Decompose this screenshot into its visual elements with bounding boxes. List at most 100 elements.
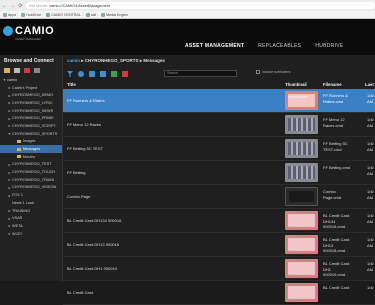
- tree-item[interactable]: ▸ CHYRONHEGO_VIDEON: [0, 184, 62, 192]
- row-date: 1/4/ AM: [367, 93, 374, 104]
- table-row[interactable]: FF Betting FF Betting.cmd 1/4/ AM: [63, 161, 375, 185]
- tree-item[interactable]: ▸ FOX 1: [0, 191, 62, 199]
- forward-icon[interactable]: →: [10, 3, 15, 9]
- column-thumbnail[interactable]: Thumbnail: [285, 82, 307, 87]
- bookmark-item[interactable]: call: [85, 12, 96, 17]
- tree-item-label: CHYRONHEGO_PRIME: [12, 116, 54, 121]
- bookmark-item[interactable]: HubDrive: [21, 12, 41, 17]
- tree-item[interactable]: ▸ CHYRONHEGO_LYRIC: [0, 99, 62, 107]
- settings-icon[interactable]: [89, 71, 95, 77]
- row-title: FF Betting: [67, 170, 86, 175]
- move-icon[interactable]: [100, 71, 106, 77]
- back-icon[interactable]: ←: [2, 3, 7, 9]
- row-thumbnail[interactable]: FF RUNNERS: [285, 91, 318, 110]
- bookmark-icon: [21, 12, 26, 17]
- tree-item[interactable]: ▸ CHYRONHEGO_TEST: [0, 161, 62, 169]
- tree-item[interactable]: ▾ CHYRONHEGO_SPORTS: [0, 130, 62, 138]
- table-row[interactable]: BL Credit Card DH134 900016 BL Credit Car…: [63, 209, 375, 233]
- folder-icon: [17, 147, 21, 151]
- download-icon[interactable]: [111, 71, 117, 77]
- thumbnail-preview: [289, 191, 314, 202]
- breadcrumb-root[interactable]: camio: [67, 58, 80, 63]
- row-thumbnail[interactable]: [285, 235, 318, 254]
- camio-logo: CAMIO ASSET MANAGER: [3, 25, 54, 41]
- row-thumbnail[interactable]: [285, 139, 318, 158]
- bookmark-item[interactable]: Apps: [3, 12, 16, 17]
- tree-item[interactable]: ▸ WJZY: [0, 230, 62, 238]
- tab-replaceables[interactable]: REPLACEABLES: [251, 43, 308, 49]
- search-input[interactable]: Search: [164, 70, 237, 77]
- delete-icon[interactable]: [24, 68, 30, 73]
- row-thumbnail[interactable]: [285, 163, 318, 182]
- refresh-icon[interactable]: [34, 68, 40, 73]
- column-filename[interactable]: Filename: [323, 82, 342, 87]
- sidebar-title: Browse and Connect: [4, 58, 54, 64]
- column-last[interactable]: Last: [365, 82, 374, 87]
- row-date: 1/4/ AM: [367, 213, 374, 224]
- tree-item[interactable]: ▾ camio: [0, 76, 62, 84]
- filter-icon[interactable]: [67, 71, 73, 77]
- tree-item[interactable]: ▸ CHYRONHEGO_DEMO: [0, 91, 62, 99]
- column-title[interactable]: Title: [67, 82, 76, 87]
- table-row[interactable]: BL Credit Card DH13 900018 BL Credit Card…: [63, 233, 375, 257]
- tree-item-label: camio: [7, 77, 18, 82]
- tree-item[interactable]: ▸ VSAR: [0, 214, 62, 222]
- table-row[interactable]: Combo Page Combo Page.cmd 1/4/ AM: [63, 185, 375, 209]
- thumbnail-preview: [288, 118, 315, 131]
- bookmark-item[interactable]: Media Engine: [101, 12, 128, 17]
- row-filename: Combo Page.cmd: [323, 189, 342, 200]
- tree-item[interactable]: ▸ TRAINING: [0, 207, 62, 215]
- tree-item[interactable]: ▸ CHYRONHEGO_SCRIPT: [0, 122, 62, 130]
- folder-icon: [17, 155, 21, 159]
- breadcrumb-folder[interactable]: Messages: [143, 58, 165, 63]
- tree-item[interactable]: Images: [0, 138, 62, 146]
- tree-item[interactable]: Messages: [0, 145, 62, 153]
- row-thumbnail[interactable]: [285, 283, 318, 302]
- include-subfolders-checkbox[interactable]: [256, 70, 260, 74]
- tree-item[interactable]: ▸ CHYRONHEGO_TRAINI: [0, 176, 62, 184]
- row-thumbnail[interactable]: [285, 187, 318, 206]
- row-thumbnail[interactable]: [285, 259, 318, 278]
- tab-asset-management[interactable]: ASSET MANAGEMENT: [178, 43, 251, 49]
- copy-icon[interactable]: [14, 68, 20, 73]
- refresh-icon[interactable]: [78, 71, 84, 77]
- row-date: 1/4/ AM: [367, 165, 374, 176]
- table-row[interactable]: BL Credit Card BL Credit Card 1/4/: [63, 281, 375, 305]
- address-bar[interactable]: Not secure camio://CAMIO4/AssetManagemen…: [26, 2, 375, 9]
- table-row[interactable]: FF Menu 12 Races FF Menu 12 Races.cmd 1/4/…: [63, 113, 375, 137]
- thumbnail-preview: [288, 262, 315, 275]
- tree-item[interactable]: ▸ CHYRONHEGO_NEWS: [0, 107, 62, 115]
- reload-icon[interactable]: ⟳: [18, 3, 23, 9]
- row-thumbnail[interactable]: [285, 211, 318, 230]
- tree-item-label: Movies: [23, 154, 36, 159]
- row-filename: FF Betting 5C TEST.cmd: [323, 141, 348, 152]
- tree-item[interactable]: ▸ Caleb's Project: [0, 84, 62, 92]
- bookmark-icon: [46, 12, 51, 17]
- breadcrumb-project[interactable]: CHYRONHEGO_SPORTS: [85, 58, 139, 63]
- tree-item[interactable]: ▸ WETA: [0, 222, 62, 230]
- row-filename: FF Menu 12 Races.cmd: [323, 117, 345, 128]
- tree-item-label: CHYRONHEGO_VIDEON: [12, 185, 57, 190]
- tab-hubdrive[interactable]: HUBDRIVE: [308, 43, 350, 49]
- tree-item[interactable]: News 1 Look: [0, 199, 62, 207]
- tree-item[interactable]: ▸ CHYRONHEGO_PRIME: [0, 114, 62, 122]
- include-subfolders-toggle[interactable]: Include subfolders: [256, 70, 290, 74]
- row-title: BL Credit Card DH134 900016: [67, 218, 122, 223]
- tree-item-label: News 1 Look: [12, 200, 34, 205]
- row-title: Combo Page: [67, 194, 91, 199]
- tree-item-label: CHYRONHEGO_TRAINI: [12, 177, 55, 182]
- thumbnail-preview: [288, 142, 315, 155]
- delete-icon[interactable]: [122, 71, 128, 77]
- table-row[interactable]: BL Credit Card DH1 900019 BL Credit Card …: [63, 257, 375, 281]
- folder-tree: ▾ camio ▸ Caleb's Project ▸ CHYRONHEGO_DEMO ▸ C…: [0, 76, 62, 237]
- table-row[interactable]: FF Runners & Riders FF RUNNERS FF Runners …: [63, 89, 375, 113]
- tree-item-label: VSAR: [12, 216, 23, 221]
- row-title: BL Credit Card DH13 900018: [67, 242, 120, 247]
- bookmark-item[interactable]: CAMIO CENTRAL: [46, 12, 81, 17]
- table-row[interactable]: FF Betting 5C TEST FF Betting 5C TEST.cmd…: [63, 137, 375, 161]
- tree-item[interactable]: ▸ CHYRONHEGO_TOUCH: [0, 168, 62, 176]
- tree-item[interactable]: Movies: [0, 153, 62, 161]
- browse-sidebar: Browse and Connect ▾ camio ▸ Caleb's Projec…: [0, 55, 63, 281]
- new-folder-icon[interactable]: [4, 68, 10, 73]
- row-thumbnail[interactable]: [285, 115, 318, 134]
